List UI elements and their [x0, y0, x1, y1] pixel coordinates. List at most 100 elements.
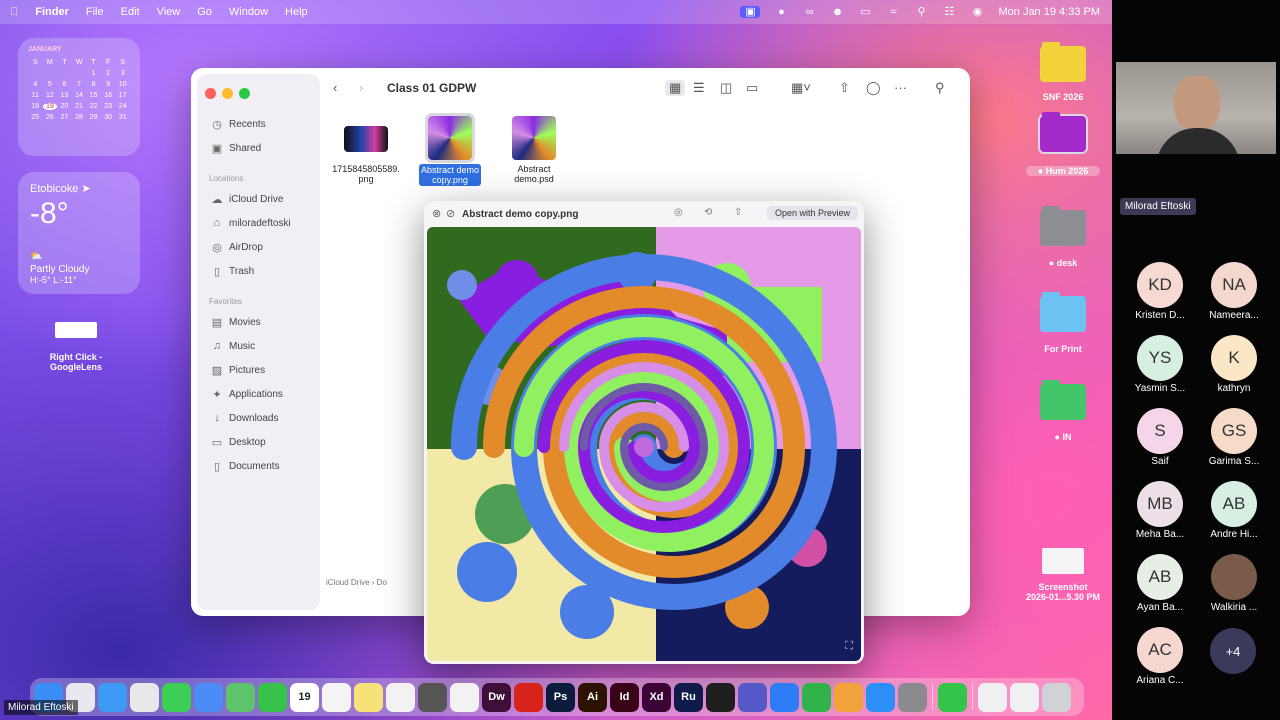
siri-icon[interactable]: ◉ [970, 6, 984, 18]
tag-icon[interactable]: ◯ [866, 80, 881, 96]
forward-icon[interactable]: › [359, 80, 363, 95]
dock-acrobat-icon[interactable] [514, 682, 543, 712]
dock-calculator-icon[interactable] [418, 682, 447, 712]
desktop-folder-in[interactable]: ● IN [1032, 380, 1094, 442]
group-icon[interactable]: ▦˅ [791, 80, 811, 96]
dock-indesign-icon[interactable]: Id [610, 682, 639, 712]
column-view-icon[interactable]: ◫ [720, 80, 732, 96]
open-with-preview-button[interactable]: Open with Preview [766, 206, 858, 220]
dock-trash-icon[interactable] [1042, 682, 1071, 712]
weather-widget[interactable]: Etobicoke ➤ -8° ⛅ Partly Cloudy H:-5° L:… [18, 172, 140, 294]
dock-facetime-icon[interactable] [258, 682, 287, 712]
markup-icon[interactable]: ◎ [674, 207, 683, 218]
participant-tile[interactable]: YS Yasmin S... [1128, 335, 1192, 394]
dock-teams-icon[interactable] [738, 682, 767, 712]
desktop-item-right-click[interactable]: Right Click - GoogleLens [40, 322, 112, 372]
dock-app-store-icon[interactable] [866, 682, 895, 712]
sidebar-item-documents[interactable]: ▯ Documents [197, 454, 320, 478]
dock-safari-icon[interactable] [98, 682, 127, 712]
sidebar-item-applications[interactable]: ✦ Applications [197, 382, 320, 406]
desktop-folder-desk[interactable]: ● desk [1032, 206, 1094, 268]
file-item[interactable]: Abstract demo.psd [499, 116, 569, 184]
desktop-folder-hum[interactable]: ● Hum 2026 [1026, 112, 1100, 176]
path-bar[interactable]: iCloud Drive › Do [326, 578, 387, 587]
sidebar-item-trash[interactable]: ▯ Trash [197, 259, 320, 283]
sidebar-item-recents[interactable]: ◷ Recents [197, 112, 320, 136]
expand-icon[interactable]: ⛶ [845, 640, 853, 653]
dock-numbers-grid-icon[interactable] [386, 682, 415, 712]
icon-view-icon[interactable]: ▦ [665, 80, 686, 96]
dock-calendar-icon[interactable]: 19 [290, 682, 319, 712]
sidebar-item-desktop[interactable]: ▭ Desktop [197, 430, 320, 454]
gallery-view-icon[interactable]: ▭ [746, 80, 758, 96]
sidebar-item-downloads[interactable]: ↓ Downloads [197, 406, 320, 430]
dock-settings-icon[interactable] [898, 682, 927, 712]
file-item[interactable]: 1715845805589. png [331, 116, 401, 184]
screen-share-icon[interactable]: ▣ [740, 6, 761, 18]
speaker-video[interactable] [1116, 62, 1276, 154]
dock-freeform-icon[interactable] [450, 682, 479, 712]
participant-tile[interactable]: MB Meha Ba... [1128, 481, 1192, 540]
fullscreen-icon[interactable]: ⊘ [446, 207, 455, 220]
dock-illustrator-icon[interactable]: Ai [578, 682, 607, 712]
dock-doc-stack-1-icon[interactable] [978, 682, 1007, 712]
menu-go[interactable]: Go [197, 6, 212, 18]
sidebar-item-music[interactable]: ♫ Music [197, 334, 320, 358]
sidebar-item-miloradeftoski[interactable]: ⌂ miloradeftoski [197, 211, 320, 235]
participant-tile[interactable]: AB Ayan Ba... [1128, 554, 1192, 613]
menu-help[interactable]: Help [285, 6, 308, 18]
participant-tile[interactable]: AC Ariana C... [1128, 627, 1192, 686]
close-icon[interactable]: ⊗ [432, 207, 441, 220]
battery-icon[interactable]: ▭ [858, 6, 872, 18]
participant-tile[interactable]: AB Andre Hi... [1202, 481, 1266, 540]
dock-doc-stack-2-icon[interactable] [1010, 682, 1039, 712]
search-icon[interactable]: ⚲ [914, 6, 928, 18]
sidebar-item-pictures[interactable]: ▨ Pictures [197, 358, 320, 382]
dock-pages-icon[interactable] [834, 682, 863, 712]
teams-status-icon[interactable]: ● [774, 6, 788, 18]
apple-menu-icon[interactable]:  [10, 6, 18, 18]
user-icon[interactable]: ☻ [830, 6, 844, 18]
wifi-icon[interactable]: ≈ [886, 6, 900, 18]
menu-view[interactable]: View [157, 6, 181, 18]
share-icon[interactable]: ⇧ [839, 80, 850, 96]
sidebar-item-shared[interactable]: ▣ Shared [197, 136, 320, 160]
quicklook-window[interactable]: ⊗ ⊘ Abstract demo copy.png ◎ ⟲ ⇧ Open wi… [424, 201, 864, 664]
participant-tile[interactable]: S Saif [1128, 408, 1192, 467]
participant-tile[interactable]: Kkathryn [1202, 335, 1266, 394]
desktop-screenshot[interactable]: Screenshot 2026-01...5.30 PM [1016, 548, 1110, 602]
participant-tile[interactable]: NA Nameera... [1202, 262, 1266, 321]
dock-keynote-icon[interactable] [770, 682, 799, 712]
calendar-widget[interactable]: JANUARY S M T W T F S 1 2 3 4 5 6 7 8 9 10 11 12 13 14 15 16 17… [18, 38, 140, 156]
dock-notes-icon[interactable] [354, 682, 383, 712]
share-icon[interactable]: ⇧ [734, 207, 742, 218]
participant-tile[interactable]: KD Kristen D... [1128, 262, 1192, 321]
menu-window[interactable]: Window [229, 6, 268, 18]
rotate-icon[interactable]: ⟲ [704, 207, 712, 218]
creative-cloud-icon[interactable]: ∞ [802, 6, 816, 18]
zoom-window-button[interactable] [239, 88, 250, 99]
dock-mail-icon[interactable] [194, 682, 223, 712]
close-window-button[interactable] [205, 88, 216, 99]
desktop-folder-snf[interactable]: SNF 2026 [1032, 42, 1094, 102]
sidebar-item-icloud-drive[interactable]: ☁ iCloud Drive [197, 187, 320, 211]
control-center-icon[interactable]: ☷ [942, 6, 956, 18]
dock-messages-icon[interactable] [162, 682, 191, 712]
dock-maps-icon[interactable] [226, 682, 255, 712]
menu-file[interactable]: File [86, 6, 104, 18]
dock-dreamweaver-icon[interactable]: Dw [482, 682, 511, 712]
menu-clock[interactable]: Mon Jan 19 4:33 PM [998, 6, 1100, 18]
sidebar-item-movies[interactable]: ▤ Movies [197, 310, 320, 334]
list-view-icon[interactable]: ☰ [693, 80, 705, 96]
dock-numbers-icon[interactable] [802, 682, 831, 712]
more-actions-icon[interactable]: ··· [894, 80, 907, 95]
dock-reminders-icon[interactable] [322, 682, 351, 712]
dock-photoshop-icon[interactable]: Ps [546, 682, 575, 712]
dock-phone-icon[interactable] [938, 682, 967, 712]
minimize-window-button[interactable] [222, 88, 233, 99]
dock-figma-icon[interactable] [706, 682, 735, 712]
dock-rush-icon[interactable]: Ru [674, 682, 703, 712]
file-item[interactable]: Abstract demo copy.png [415, 113, 485, 186]
back-icon[interactable]: ‹ [333, 80, 337, 95]
dock-chrome-icon[interactable] [130, 682, 159, 712]
